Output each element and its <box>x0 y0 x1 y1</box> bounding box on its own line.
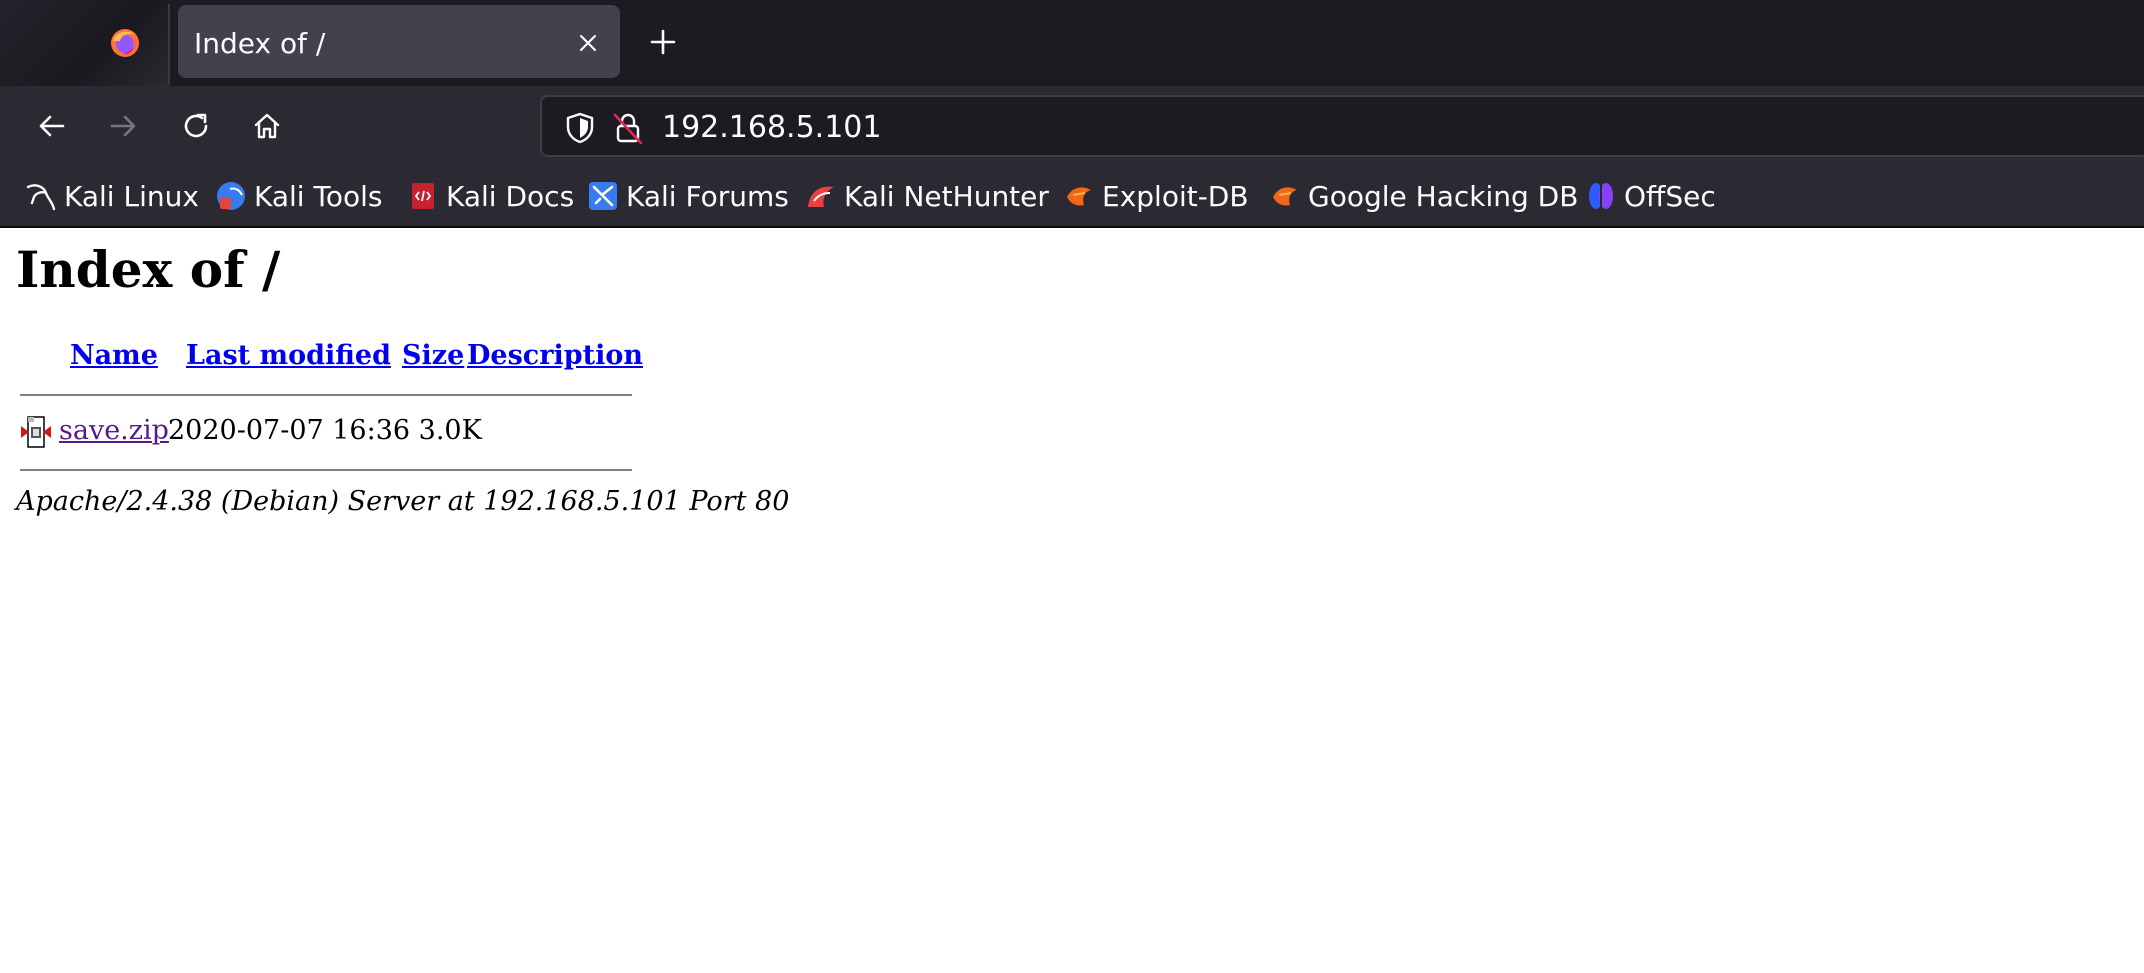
bookmark-kali-forums[interactable]: Kali Forums <box>588 176 789 216</box>
bookmark-kali-tools[interactable]: Kali Tools <box>216 176 382 216</box>
tab-title: Index of / <box>194 27 326 60</box>
address-bar[interactable]: 192.168.5.101 <box>540 95 2144 157</box>
kali-forums-icon <box>588 181 618 211</box>
file-size: 3.0K <box>418 415 482 446</box>
back-arrow-icon[interactable] <box>30 104 74 148</box>
firefox-logo-icon[interactable] <box>100 18 150 68</box>
divider-bottom <box>20 469 632 471</box>
url-text[interactable]: 192.168.5.101 <box>662 110 881 145</box>
forward-arrow-icon[interactable] <box>101 104 145 148</box>
compressed-file-icon <box>20 414 52 450</box>
bookmark-google-hacking-db[interactable]: Google Hacking DB <box>1270 176 1578 216</box>
page-content: Index of / Name Last modified Size Descr… <box>0 228 2144 973</box>
new-tab-icon[interactable] <box>643 22 683 62</box>
column-header-last-modified[interactable]: Last modified <box>186 340 391 371</box>
bookmark-kali-linux[interactable]: Kali Linux <box>26 176 199 216</box>
tab-active[interactable]: Index of / <box>178 5 620 78</box>
file-last-modified: 2020-07-07 16:36 <box>168 415 411 446</box>
home-icon[interactable] <box>245 104 289 148</box>
navigation-toolbar: 192.168.5.101 <box>0 86 2144 166</box>
bookmark-label: Exploit-DB <box>1102 179 1249 213</box>
bookmark-kali-nethunter[interactable]: Kali NetHunter <box>806 176 1049 216</box>
exploit-db-icon <box>1064 181 1094 211</box>
column-header-name[interactable]: Name <box>70 340 158 371</box>
kali-nethunter-icon <box>806 181 836 211</box>
offsec-icon <box>1586 181 1616 211</box>
ghdb-icon <box>1270 181 1300 211</box>
divider-top <box>20 394 632 396</box>
tracking-protection-shield-icon[interactable] <box>562 110 598 146</box>
bookmark-label: Google Hacking DB <box>1308 179 1579 213</box>
column-header-size[interactable]: Size <box>402 340 464 371</box>
column-header-description[interactable]: Description <box>467 340 643 371</box>
server-signature: Apache/2.4.38 (Debian) Server at 192.168… <box>16 486 790 517</box>
bookmark-label: Kali Docs <box>446 179 575 213</box>
bookmark-offsec[interactable]: OffSec <box>1586 176 1716 216</box>
bookmark-exploit-db[interactable]: Exploit-DB <box>1064 176 1249 216</box>
kali-dragon-icon <box>26 181 56 211</box>
bookmark-label: Kali Tools <box>254 179 383 213</box>
file-row-meta: 2020-07-07 16:36 3.0K <box>168 415 482 446</box>
bookmarks-toolbar: Kali Linux Kali Tools Kali Docs Kali For… <box>0 166 2144 228</box>
bookmark-label: Kali NetHunter <box>844 179 1049 213</box>
kali-docs-icon <box>408 181 438 211</box>
reload-icon[interactable] <box>174 104 218 148</box>
bookmark-kali-docs[interactable]: Kali Docs <box>408 176 574 216</box>
close-tab-icon[interactable] <box>570 25 606 61</box>
page-title: Index of / <box>16 240 281 299</box>
bookmark-label: OffSec <box>1624 179 1716 213</box>
tab-separator <box>168 4 170 84</box>
tab-strip: Index of / <box>0 0 2144 86</box>
insecure-lock-icon[interactable] <box>610 110 646 146</box>
bookmark-label: Kali Linux <box>64 179 199 213</box>
bookmark-label: Kali Forums <box>626 179 789 213</box>
file-link-save-zip[interactable]: save.zip <box>59 415 169 446</box>
kali-tools-icon <box>216 181 246 211</box>
